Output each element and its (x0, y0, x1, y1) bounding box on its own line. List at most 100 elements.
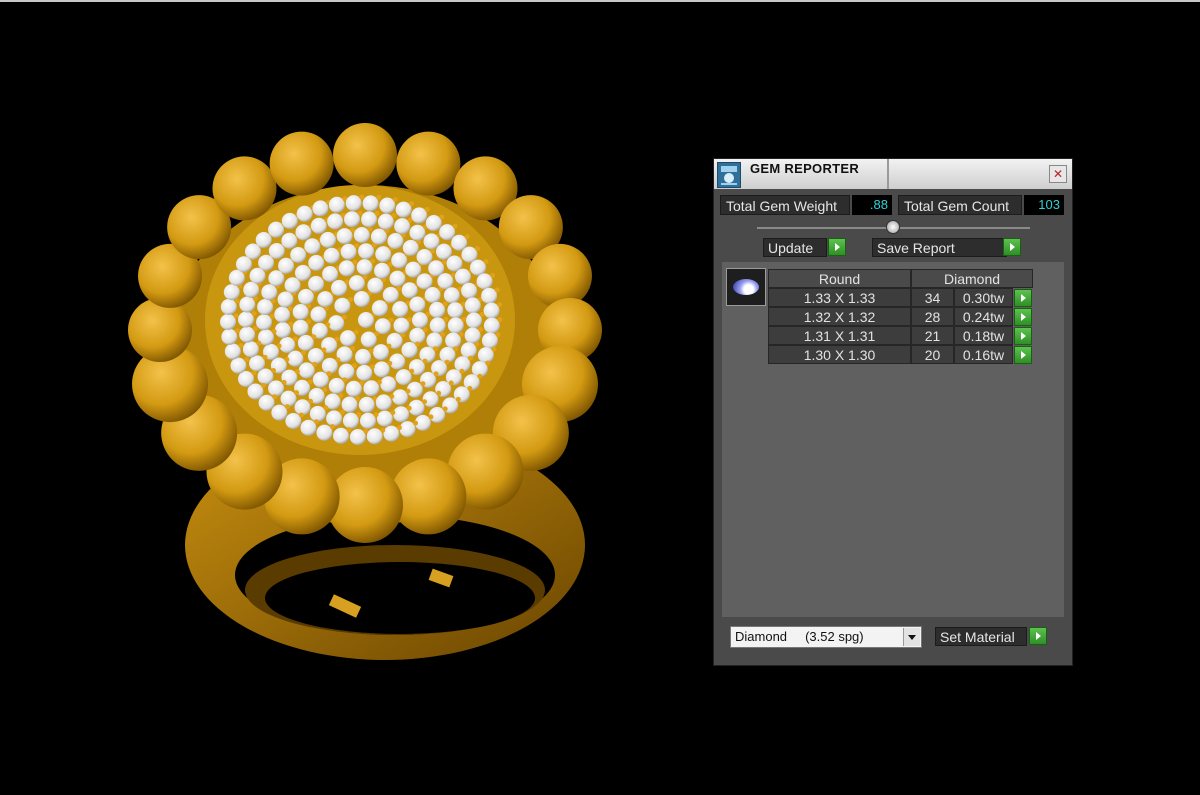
prong (313, 419, 319, 425)
prong (428, 414, 434, 420)
prong (436, 390, 442, 396)
row-select-play-icon[interactable] (1014, 327, 1032, 345)
prong (284, 404, 290, 410)
prong (369, 364, 375, 370)
prong (409, 201, 415, 207)
prong (338, 392, 344, 398)
prong (461, 316, 467, 322)
prong (323, 405, 329, 411)
row-count: 28 (911, 307, 954, 326)
prong (374, 210, 380, 216)
prong (288, 321, 294, 327)
prong (407, 317, 413, 323)
set-material-play-icon[interactable] (1029, 627, 1047, 645)
prong (490, 272, 496, 278)
prong (376, 194, 382, 200)
gem-thumbnail[interactable] (726, 268, 766, 306)
save-report-button[interactable]: Save Report (872, 238, 1007, 257)
row-count: 20 (911, 345, 954, 364)
prong (243, 357, 249, 363)
prong (276, 343, 282, 349)
row-select-play-icon[interactable] (1014, 346, 1032, 364)
prong (430, 248, 436, 254)
gold-bead (527, 243, 592, 308)
prong (341, 314, 347, 320)
prong (422, 399, 428, 405)
prong (335, 357, 341, 363)
row-select-play-icon[interactable] (1014, 308, 1032, 326)
prong (292, 336, 298, 342)
column-header-shape: Round (768, 269, 911, 288)
prong (439, 214, 445, 220)
prong (389, 393, 395, 399)
column-header-material: Diamond (911, 269, 1033, 288)
total-gem-weight-label: Total Gem Weight (720, 195, 850, 215)
prong (485, 360, 491, 366)
prong (391, 213, 397, 219)
update-play-icon[interactable] (828, 238, 846, 256)
prong (477, 373, 483, 379)
save-report-play-icon[interactable] (1003, 238, 1021, 256)
prong (350, 345, 356, 351)
close-icon[interactable]: ✕ (1049, 165, 1067, 183)
prong (251, 311, 257, 317)
prong (406, 405, 412, 411)
prong (356, 412, 362, 418)
prong (444, 359, 450, 365)
prong (491, 346, 497, 352)
prong (442, 406, 448, 412)
row-count: 21 (911, 326, 954, 345)
gold-bead (128, 298, 192, 362)
prong (325, 322, 331, 328)
prong (479, 311, 485, 317)
prong (448, 380, 454, 386)
gem-reporter-app-icon (717, 162, 741, 188)
prong (359, 380, 365, 386)
prong (271, 328, 277, 334)
prong (352, 363, 358, 369)
prong (321, 347, 327, 353)
title-bar[interactable]: GEM REPORTER ✕ (714, 159, 1072, 189)
prong (396, 286, 402, 292)
prong (422, 358, 428, 364)
prong (483, 259, 489, 265)
prong (387, 360, 393, 366)
prong (334, 336, 340, 342)
material-select-value: Diamond (3.52 spg) (735, 629, 864, 644)
gold-bead (212, 156, 277, 221)
prong (311, 334, 317, 340)
set-material-button[interactable]: Set Material (935, 627, 1027, 646)
prong (238, 342, 244, 348)
prong (329, 424, 335, 430)
material-select[interactable]: Diamond (3.52 spg) (730, 626, 922, 648)
row-count: 34 (911, 288, 954, 307)
prong (355, 395, 361, 401)
prong (233, 313, 239, 319)
prong (269, 313, 275, 319)
prong (413, 420, 419, 426)
total-gem-weight-value: .88 (852, 195, 892, 215)
prong (495, 332, 501, 338)
prong (464, 234, 470, 240)
row-select-play-icon[interactable] (1014, 289, 1032, 307)
prong (433, 371, 439, 377)
row-weight: 0.24tw (954, 307, 1013, 326)
prong (409, 368, 415, 374)
prong (363, 428, 369, 434)
prong (284, 356, 290, 362)
prong (474, 341, 480, 347)
update-button[interactable]: Update (763, 238, 827, 257)
title-separator (887, 159, 889, 189)
prong (390, 410, 396, 416)
slider-knob[interactable] (886, 220, 900, 234)
gold-bead (333, 123, 397, 187)
prong (497, 317, 503, 323)
prong (293, 390, 299, 396)
row-weight: 0.18tw (954, 326, 1013, 345)
chevron-down-icon[interactable] (903, 628, 920, 646)
prong (432, 346, 438, 352)
row-size: 1.30 X 1.30 (768, 345, 911, 364)
total-gem-count-label: Total Gem Count (898, 195, 1022, 215)
prong (497, 302, 503, 308)
prong (455, 396, 461, 402)
